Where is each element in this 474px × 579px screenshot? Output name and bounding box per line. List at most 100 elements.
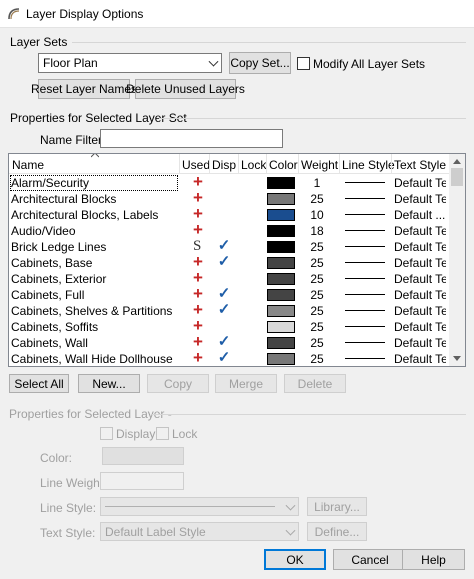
column-name[interactable]: Name	[12, 158, 44, 172]
window-title: Layer Display Options	[26, 7, 144, 21]
layers-grid[interactable]: Name Used Disp Lock Color Weight Line St…	[8, 153, 466, 367]
column-weight[interactable]: Weight	[301, 158, 338, 172]
display-check-icon[interactable]: ✓	[212, 301, 236, 319]
layer-name: Cabinets, Full	[11, 288, 85, 302]
merge-button[interactable]: Merge	[215, 374, 277, 393]
color-swatch[interactable]	[267, 177, 295, 189]
scroll-thumb[interactable]	[451, 168, 463, 186]
scroll-up-icon[interactable]	[453, 159, 461, 164]
line-style-preview	[345, 358, 385, 359]
scroll-down-icon[interactable]	[453, 356, 461, 361]
reset-layer-names-button[interactable]: Reset Layer Names	[31, 79, 137, 99]
layer-weight: 1	[313, 176, 321, 190]
table-row[interactable]: Cabinets, Wall Hide Dollhouse + ✓ 25 Default…	[9, 349, 451, 367]
line-style-label: Line Style:	[40, 501, 97, 515]
table-row[interactable]: Alarm/Security+1Default Te...	[9, 173, 451, 191]
layer-weight: 10	[310, 208, 324, 222]
new-button[interactable]: New...	[78, 374, 140, 393]
line-weight-label: Line Weight:	[40, 476, 107, 490]
copy-button[interactable]: Copy	[147, 374, 209, 393]
line-style-preview	[345, 326, 385, 327]
layer-name: Cabinets, Shelves & Partitions	[11, 304, 173, 318]
layer-sets-label: Layer Sets	[10, 35, 68, 49]
lock-label: Lock	[172, 427, 198, 441]
layer-weight: 25	[310, 192, 324, 206]
color-swatch[interactable]	[267, 225, 295, 237]
layer-weight: 18	[310, 224, 324, 238]
select-all-button[interactable]: Select All	[9, 374, 69, 393]
layer-name: Brick Ledge Lines	[11, 240, 107, 254]
cancel-button[interactable]: Cancel	[333, 549, 407, 570]
column-text-style[interactable]: Text Style	[394, 158, 446, 172]
line-style-preview	[345, 182, 385, 183]
table-row[interactable]: Cabinets, Shelves & Partitions + ✓ 25 Defaul…	[9, 301, 451, 319]
column-lock[interactable]: Lock	[241, 158, 266, 172]
layer-weight: 25	[310, 272, 324, 286]
color-swatch[interactable]	[267, 337, 295, 349]
delete-unused-layers-button[interactable]: Delete Unused Layers	[126, 79, 245, 99]
column-disp[interactable]: Disp	[212, 158, 236, 172]
layer-name: Cabinets, Exterior	[11, 272, 107, 286]
layer-weight: 25	[310, 256, 324, 270]
line-style-preview	[345, 278, 385, 279]
display-checkbox[interactable]	[100, 427, 113, 440]
layer-text-style: Default Te...	[394, 304, 446, 318]
color-swatch[interactable]	[267, 273, 295, 285]
line-style-preview	[345, 214, 385, 215]
divider	[159, 118, 466, 119]
delete-button[interactable]: Delete	[284, 374, 346, 393]
copy-set-button[interactable]: Copy Set...	[229, 52, 291, 74]
table-row[interactable]: Cabinets, Base+✓25Default Te...	[9, 253, 451, 271]
layer-name: Cabinets, Soffits	[11, 320, 99, 334]
layer-text-style: Default Te...	[394, 320, 446, 334]
layer-weight: 25	[310, 288, 324, 302]
library-button[interactable]: Library...	[307, 497, 367, 516]
color-swatch[interactable]	[267, 353, 295, 365]
layer-set-select[interactable]: Floor Plan	[38, 53, 222, 73]
column-color[interactable]: Color	[269, 158, 298, 172]
column-line-style[interactable]: Line Style	[342, 158, 395, 172]
define-button[interactable]: Define...	[307, 522, 367, 541]
display-check-icon[interactable]: ✓	[212, 253, 236, 271]
chevron-down-icon	[208, 56, 219, 67]
column-used[interactable]: Used	[182, 158, 210, 172]
table-row[interactable]: Architectural Blocks, Labels +10 Default .…	[9, 205, 451, 223]
line-style-select[interactable]	[100, 497, 299, 516]
layer-name: Architectural Blocks, Labels	[11, 208, 159, 222]
layer-text-style: Default Te...	[394, 272, 446, 286]
layer-weight: 25	[310, 352, 324, 366]
layer-name: Cabinets, Wall Hide Dollhouse	[11, 352, 173, 366]
lock-checkbox[interactable]	[156, 427, 169, 440]
line-style-preview	[345, 230, 385, 231]
color-swatch[interactable]	[267, 305, 295, 317]
text-style-value: Default Label Style	[105, 524, 206, 539]
color-swatch[interactable]	[267, 193, 295, 205]
grid-scrollbar[interactable]	[449, 154, 465, 366]
layer-name: Architectural Blocks	[11, 192, 117, 206]
name-filter-label: Name Filter:	[40, 133, 106, 147]
color-swatch-button[interactable]	[102, 447, 184, 465]
color-swatch[interactable]	[267, 257, 295, 269]
layer-weight: 25	[310, 304, 324, 318]
color-swatch[interactable]	[267, 241, 295, 253]
line-weight-input[interactable]	[100, 472, 184, 490]
color-label: Color:	[40, 451, 73, 465]
display-label: Display	[116, 427, 156, 441]
name-filter-input[interactable]	[100, 129, 283, 148]
ok-button[interactable]: OK	[264, 549, 326, 570]
modify-all-checkbox[interactable]	[297, 57, 310, 70]
grid-header: Name Used Disp Lock Color Weight Line St…	[9, 154, 451, 174]
chevron-down-icon	[285, 525, 296, 536]
color-swatch[interactable]	[267, 289, 295, 301]
table-row[interactable]: Architectural Blocks+25Default Te...	[9, 189, 451, 207]
line-style-preview	[105, 506, 275, 507]
layer-name: Cabinets, Base	[11, 256, 93, 270]
line-style-preview	[345, 198, 385, 199]
display-check-icon[interactable]: ✓	[212, 349, 236, 366]
text-style-select[interactable]: Default Label Style	[100, 522, 299, 541]
layer-text-style: Default Te...	[394, 240, 446, 254]
color-swatch[interactable]	[267, 321, 295, 333]
help-button[interactable]: Help	[402, 549, 465, 570]
line-style-preview	[345, 262, 385, 263]
color-swatch[interactable]	[267, 209, 295, 221]
